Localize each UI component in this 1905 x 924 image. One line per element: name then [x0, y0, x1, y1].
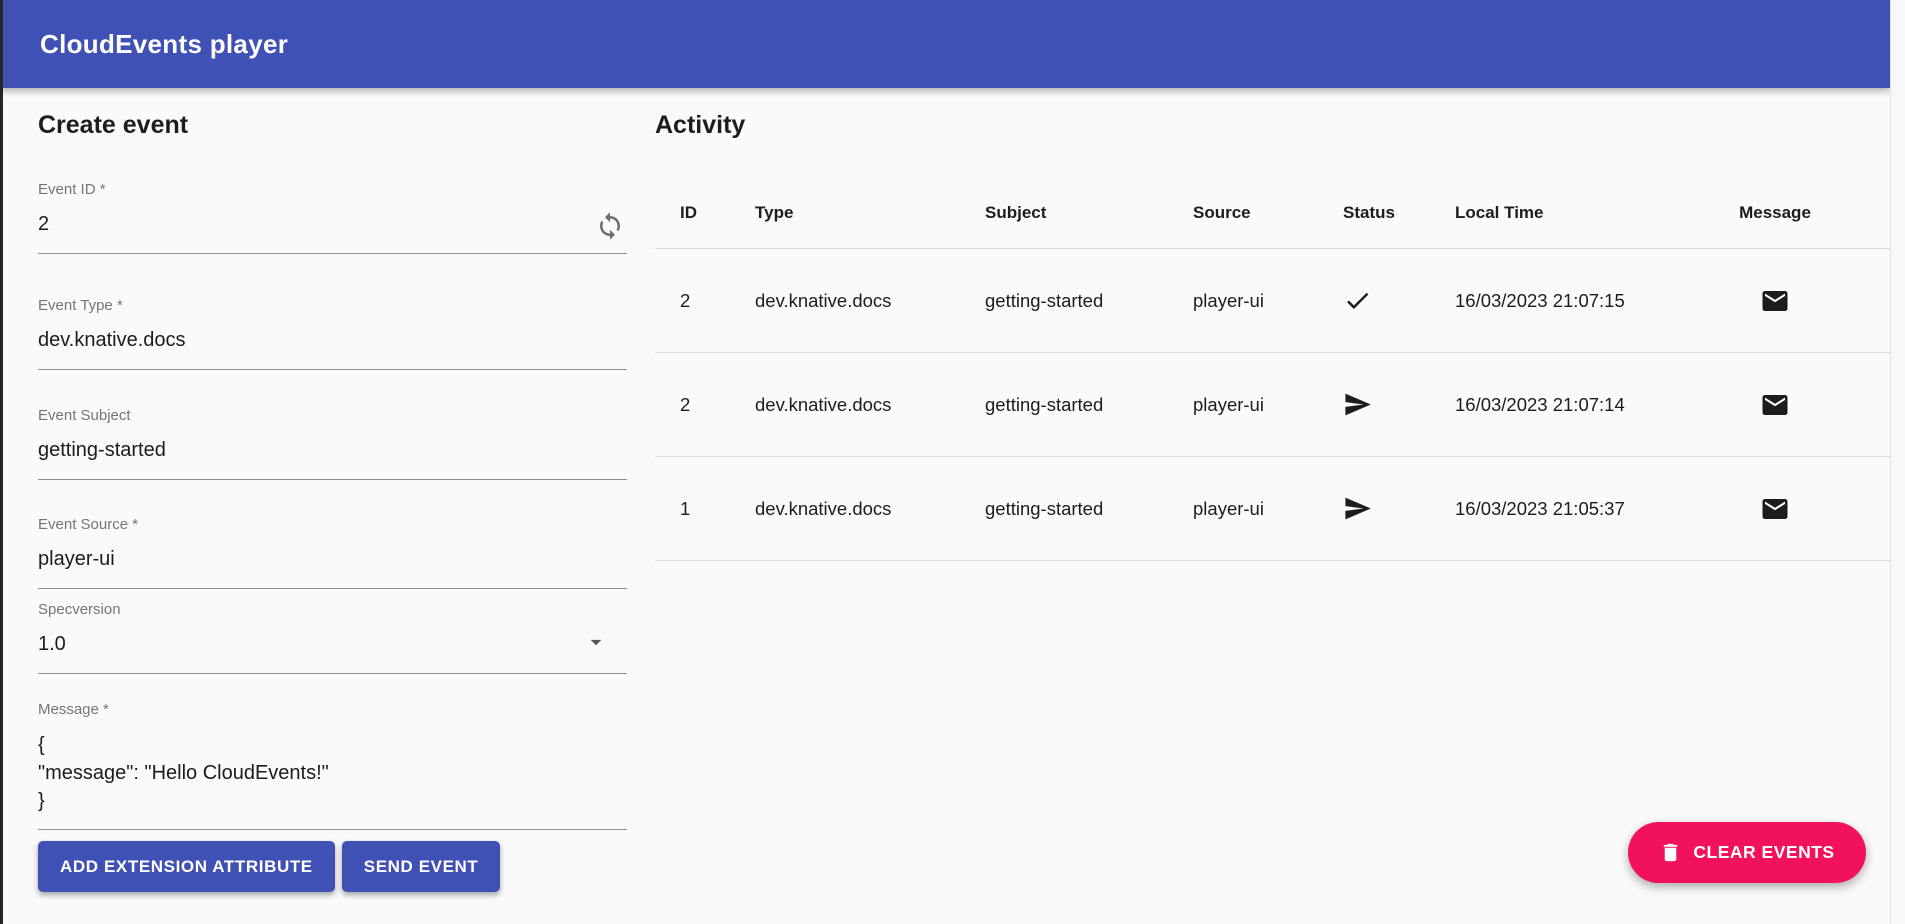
activity-panel: Activity ID Type Subject Source Status L…	[655, 110, 1890, 561]
form-actions: ADD EXTENSION ATTRIBUTE SEND EVENT	[38, 841, 627, 892]
cell-source: player-ui	[1193, 394, 1343, 416]
message-input[interactable]: { "message": "Hello CloudEvents!" }	[38, 731, 627, 829]
vertical-scrollbar[interactable]	[1890, 0, 1905, 924]
col-header-subject: Subject	[985, 203, 1193, 223]
cell-type: dev.knative.docs	[755, 290, 985, 312]
activity-table-header: ID Type Subject Source Status Local Time…	[655, 178, 1890, 249]
col-header-local-time: Local Time	[1455, 203, 1730, 223]
message-field[interactable]: Message * { "message": "Hello CloudEvent…	[38, 701, 627, 830]
window-left-edge	[0, 0, 3, 924]
event-source-field[interactable]: Event Source * player-ui	[38, 516, 627, 589]
specversion-label: Specversion	[38, 601, 627, 619]
chevron-down-icon[interactable]	[583, 629, 609, 655]
cell-type: dev.knative.docs	[755, 498, 985, 520]
cell-local-time: 16/03/2023 21:07:15	[1455, 290, 1730, 312]
message-label: Message *	[38, 701, 627, 719]
table-row[interactable]: 2 dev.knative.docs getting-started playe…	[655, 353, 1890, 457]
clear-events-label: CLEAR EVENTS	[1693, 842, 1834, 863]
event-type-field[interactable]: Event Type * dev.knative.docs	[38, 297, 627, 370]
create-event-panel: Create event Event ID * 2 Event Type * d…	[38, 110, 627, 892]
event-id-label: Event ID *	[38, 181, 627, 199]
event-subject-input[interactable]: getting-started	[38, 437, 627, 479]
app-bar: CloudEvents player	[0, 0, 1890, 88]
specversion-select[interactable]: Specversion 1.0	[38, 601, 627, 674]
col-header-source: Source	[1193, 203, 1343, 223]
create-event-heading: Create event	[38, 110, 627, 140]
cell-subject: getting-started	[985, 498, 1193, 520]
cell-id: 2	[680, 394, 755, 416]
send-icon	[1343, 390, 1455, 419]
cell-type: dev.knative.docs	[755, 394, 985, 416]
cell-id: 1	[680, 498, 755, 520]
col-header-type: Type	[755, 203, 985, 223]
email-icon[interactable]	[1756, 490, 1794, 528]
cell-subject: getting-started	[985, 290, 1193, 312]
check-icon	[1343, 286, 1455, 315]
clear-events-button[interactable]: CLEAR EVENTS	[1628, 822, 1866, 883]
event-subject-field[interactable]: Event Subject getting-started	[38, 407, 627, 480]
cell-source: player-ui	[1193, 290, 1343, 312]
event-id-input[interactable]: 2	[38, 211, 627, 253]
send-icon	[1343, 494, 1455, 523]
send-event-button[interactable]: SEND EVENT	[342, 841, 501, 892]
event-type-input[interactable]: dev.knative.docs	[38, 327, 627, 369]
event-subject-label: Event Subject	[38, 407, 627, 425]
app-title: CloudEvents player	[40, 29, 288, 60]
event-source-input[interactable]: player-ui	[38, 546, 627, 588]
col-header-id: ID	[680, 203, 755, 223]
event-type-label: Event Type *	[38, 297, 627, 315]
event-id-field[interactable]: Event ID * 2	[38, 181, 627, 254]
table-row[interactable]: 2 dev.knative.docs getting-started playe…	[655, 249, 1890, 353]
email-icon[interactable]	[1756, 386, 1794, 424]
cell-subject: getting-started	[985, 394, 1193, 416]
add-extension-attribute-button[interactable]: ADD EXTENSION ATTRIBUTE	[38, 841, 335, 892]
event-source-label: Event Source *	[38, 516, 627, 534]
cell-source: player-ui	[1193, 498, 1343, 520]
specversion-value[interactable]: 1.0	[38, 631, 627, 673]
cell-id: 2	[680, 290, 755, 312]
cell-local-time: 16/03/2023 21:07:14	[1455, 394, 1730, 416]
trash-icon	[1659, 841, 1682, 864]
col-header-message: Message	[1730, 203, 1890, 223]
sync-icon[interactable]	[595, 211, 625, 241]
col-header-status: Status	[1343, 203, 1455, 223]
cell-local-time: 16/03/2023 21:05:37	[1455, 498, 1730, 520]
email-icon[interactable]	[1756, 282, 1794, 320]
table-row[interactable]: 1 dev.knative.docs getting-started playe…	[655, 457, 1890, 561]
activity-heading: Activity	[655, 110, 1890, 140]
